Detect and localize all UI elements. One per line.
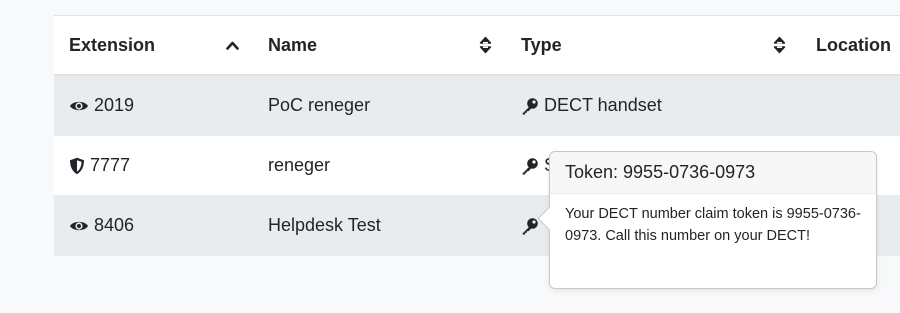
extension-cell: 7777 (69, 136, 244, 195)
column-header-location-label: Location (816, 34, 891, 55)
type-cell: DECT handset (521, 76, 801, 135)
name-cell: Helpdesk Test (268, 196, 498, 255)
name-cell: reneger (268, 136, 498, 195)
column-header-name-label: Name (268, 34, 318, 55)
extension-cell: 2019 (69, 76, 244, 135)
key-icon[interactable] (521, 157, 539, 175)
popover-title: Token: 9955-0736-0973 (550, 152, 876, 194)
eye-icon (69, 219, 89, 233)
column-header-extension-label: Extension (69, 34, 156, 55)
extension-number: 7777 (90, 155, 131, 175)
column-header-extension[interactable]: Extension (69, 16, 244, 74)
column-header-name[interactable]: Name (268, 16, 498, 74)
column-header-type[interactable]: Type (521, 16, 801, 74)
extension-name: PoC reneger (268, 95, 371, 115)
sort-ascending-icon[interactable] (222, 16, 242, 74)
extension-type: DECT handset (544, 95, 662, 115)
sort-toggle-icon[interactable] (769, 16, 789, 74)
sort-toggle-icon[interactable] (475, 16, 495, 74)
popover-body: Your DECT number claim token is 9955-073… (565, 206, 861, 244)
column-header-type-label: Type (521, 34, 562, 55)
extension-name: Helpdesk Test (268, 215, 381, 235)
key-icon[interactable] (521, 97, 539, 115)
name-cell: PoC reneger (268, 76, 498, 135)
extension-cell: 8406 (69, 196, 244, 255)
token-popover: Token: 9955-0736-0973 Your DECT number c… (537, 151, 877, 289)
key-icon[interactable] (521, 217, 539, 235)
extension-number: 2019 (94, 95, 135, 115)
table-header-row: Extension Name Type Location (54, 16, 900, 76)
extension-name: reneger (268, 155, 331, 175)
table-row[interactable]: 2019 PoC reneger DECT handset (54, 76, 900, 136)
eye-icon (69, 99, 89, 113)
extension-number: 8406 (94, 215, 135, 235)
column-header-location[interactable]: Location (816, 16, 900, 74)
shield-icon (69, 157, 85, 175)
